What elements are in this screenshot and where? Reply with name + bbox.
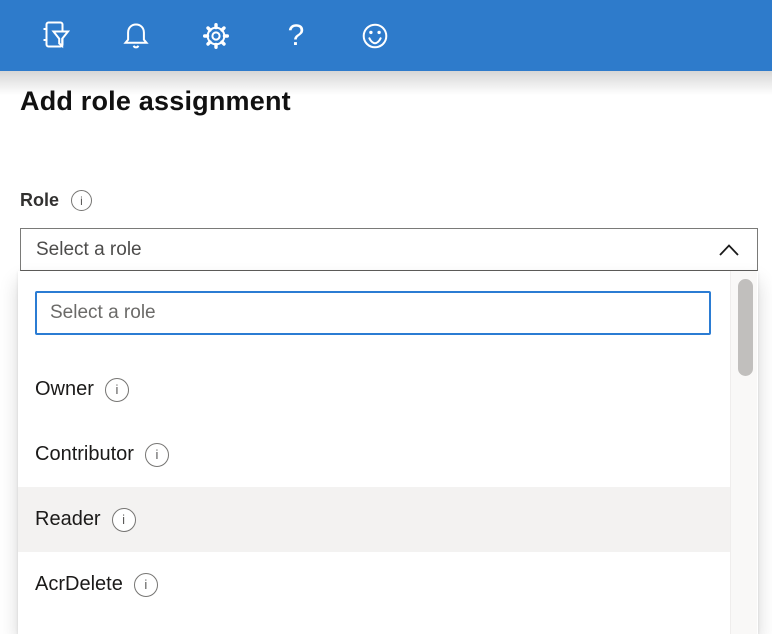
role-dropdown-panel: Owner i Contributor i Reader i AcrDelete… bbox=[18, 271, 758, 634]
role-select-value: Select a role bbox=[36, 239, 718, 261]
role-option-label: Contributor bbox=[35, 443, 134, 466]
directory-filter-button[interactable] bbox=[37, 17, 75, 55]
chevron-up-icon bbox=[718, 243, 740, 257]
role-option[interactable]: Owner i bbox=[18, 357, 730, 422]
feedback-button[interactable] bbox=[356, 17, 394, 55]
dropdown-scrollbar-thumb[interactable] bbox=[738, 279, 753, 376]
info-icon[interactable]: i bbox=[112, 508, 136, 532]
info-icon[interactable]: i bbox=[105, 378, 129, 402]
role-option-label: Owner bbox=[35, 378, 94, 401]
directory-filter-icon bbox=[38, 18, 74, 54]
role-field-label: Role bbox=[20, 190, 59, 211]
role-options-list: Owner i Contributor i Reader i AcrDelete… bbox=[18, 357, 730, 617]
help-button[interactable]: ? bbox=[277, 17, 315, 55]
role-search-input[interactable] bbox=[35, 291, 711, 335]
settings-button[interactable] bbox=[197, 17, 235, 55]
page-title: Add role assignment bbox=[20, 86, 291, 117]
role-option-label: Reader bbox=[35, 508, 101, 531]
notifications-button[interactable] bbox=[117, 17, 155, 55]
info-icon[interactable]: i bbox=[145, 443, 169, 467]
portal-top-bar: ? bbox=[0, 0, 772, 71]
info-icon[interactable]: i bbox=[134, 573, 158, 597]
role-option[interactable]: Reader i bbox=[18, 487, 730, 552]
bell-icon bbox=[118, 18, 154, 54]
gear-icon bbox=[198, 18, 234, 54]
smiley-icon bbox=[357, 18, 393, 54]
role-option-label: AcrDelete bbox=[35, 573, 123, 596]
role-select-dropdown[interactable]: Select a role bbox=[20, 228, 758, 271]
dropdown-scrollbar-track[interactable] bbox=[730, 271, 757, 634]
add-role-assignment-screen: ? Add role assignment Role i Select a ro… bbox=[0, 0, 772, 634]
info-icon[interactable]: i bbox=[71, 190, 92, 211]
role-option[interactable]: AcrDelete i bbox=[18, 552, 730, 617]
question-mark-icon: ? bbox=[288, 21, 305, 51]
role-option[interactable]: Contributor i bbox=[18, 422, 730, 487]
role-field-label-row: Role i bbox=[20, 190, 92, 211]
